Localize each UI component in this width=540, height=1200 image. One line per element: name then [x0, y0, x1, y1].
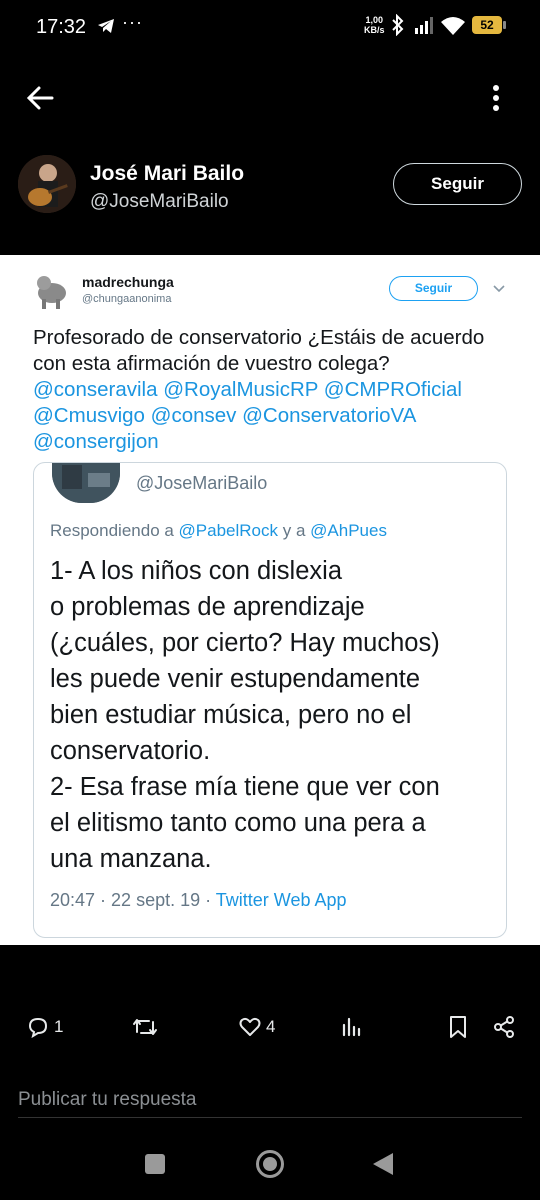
quoted-line: una manzana. [50, 845, 212, 873]
system-back-button[interactable] [373, 1153, 393, 1175]
mention: @PabelRock [178, 521, 279, 540]
quoted-line: (¿cuáles, por cierto? Hay muchos) [50, 629, 440, 657]
chevron-down-icon [492, 281, 506, 299]
views-icon [342, 1017, 361, 1037]
quoted-tweet-body: 1- A los niños con dislexia o problemas … [50, 553, 500, 877]
share-button[interactable] [492, 1010, 516, 1044]
vertical-dots-icon [493, 85, 499, 111]
retweet-button[interactable] [132, 1010, 158, 1044]
quoted-timestamp: 20:47 · 22 sept. 19 · Twitter Web App [50, 890, 347, 911]
recents-button[interactable] [145, 1154, 165, 1174]
reply-count: 1 [54, 1017, 64, 1036]
more-options-button[interactable] [484, 80, 508, 116]
quoted-line: 1- A los niños con dislexia [50, 557, 343, 585]
telegram-icon [97, 18, 115, 39]
system-nav-bar [0, 1140, 540, 1200]
status-time: 17:32 [36, 16, 87, 38]
status-bar: 17:32 ··· 1,00 KB/s 52 [0, 0, 540, 52]
timestamp-text: 20:47 · 22 sept. 19 · [50, 890, 216, 910]
reply-input[interactable] [18, 1082, 522, 1118]
wifi-icon [440, 16, 466, 41]
quoted-reply-context: Respondiendo a @PabelRock y a @AhPues [50, 521, 387, 541]
like-count: 4 [266, 1017, 276, 1036]
tweet-actions: 1 4 [0, 1010, 540, 1044]
embedded-author-handle: @chungaanonima [82, 293, 172, 305]
mention: @consev [150, 404, 237, 427]
network-speed-value: 1,00 [365, 15, 384, 25]
embedded-author-name: madrechunga [82, 274, 174, 290]
quoted-line: 2- Esa frase mía tiene que ver con [50, 773, 440, 801]
share-icon [494, 1016, 514, 1038]
like-button[interactable]: 4 [238, 1010, 275, 1044]
home-button[interactable] [256, 1150, 284, 1178]
mention: @consergijon [33, 430, 159, 453]
back-button[interactable] [22, 80, 58, 116]
tweet-image[interactable]: madrechunga @chungaanonima Seguir Profes… [0, 255, 540, 945]
reply-prefix: Respondiendo a [50, 521, 179, 540]
embedded-tweet-text: Profesorado de conservatorio ¿Estáis de … [33, 325, 503, 455]
mention: @conseravila [33, 378, 158, 401]
mention: @CMPROficial [323, 378, 462, 401]
profile-handle[interactable]: @JoseMariBailo [90, 191, 229, 213]
embedded-follow-button: Seguir [389, 276, 478, 301]
reply-icon [28, 1017, 48, 1039]
source-app: Twitter Web App [215, 890, 347, 910]
mention: @Cmusvigo [33, 404, 145, 427]
quoted-tweet: @JoseMariBailo Respondiendo a @PabelRock… [33, 462, 507, 938]
profile-name[interactable]: José Mari Bailo [90, 162, 244, 186]
bookmark-button[interactable] [447, 1010, 469, 1044]
views-button[interactable] [340, 1010, 364, 1044]
profile-avatar[interactable] [18, 155, 76, 213]
quoted-line: o problemas de aprendizaje [50, 593, 365, 621]
more-notifications-icon: ··· [122, 12, 143, 32]
network-speed-unit: KB/s [364, 25, 385, 35]
battery-indicator: 52 [472, 16, 506, 34]
embedded-tweet-body: Profesorado de conservatorio ¿Estáis de … [33, 326, 485, 375]
quoted-line: el elitismo tanto como una pera a [50, 809, 426, 837]
mention: @ConservatorioVA [242, 404, 416, 427]
reply-button[interactable]: 1 [26, 1010, 63, 1044]
quoted-author-avatar [52, 463, 120, 503]
quoted-line: les puede venir estupendamente [50, 665, 421, 693]
mention: @RoyalMusicRP [163, 378, 319, 401]
network-speed: 1,00 KB/s [364, 15, 385, 35]
quoted-author-handle: @JoseMariBailo [136, 473, 268, 493]
back-arrow-icon [26, 86, 54, 110]
follow-button[interactable]: Seguir [393, 163, 522, 205]
signal-icon [414, 16, 436, 39]
heart-icon [239, 1017, 261, 1036]
retweet-icon [133, 1019, 157, 1035]
bookmark-icon [450, 1016, 466, 1038]
embedded-author-avatar [32, 271, 72, 311]
quoted-line: conservatorio. [50, 737, 211, 765]
quoted-line: bien estudiar música, pero no el [50, 701, 412, 729]
bluetooth-icon [390, 13, 406, 41]
reply-joiner: y a [278, 521, 311, 540]
mention: @AhPues [310, 521, 387, 540]
